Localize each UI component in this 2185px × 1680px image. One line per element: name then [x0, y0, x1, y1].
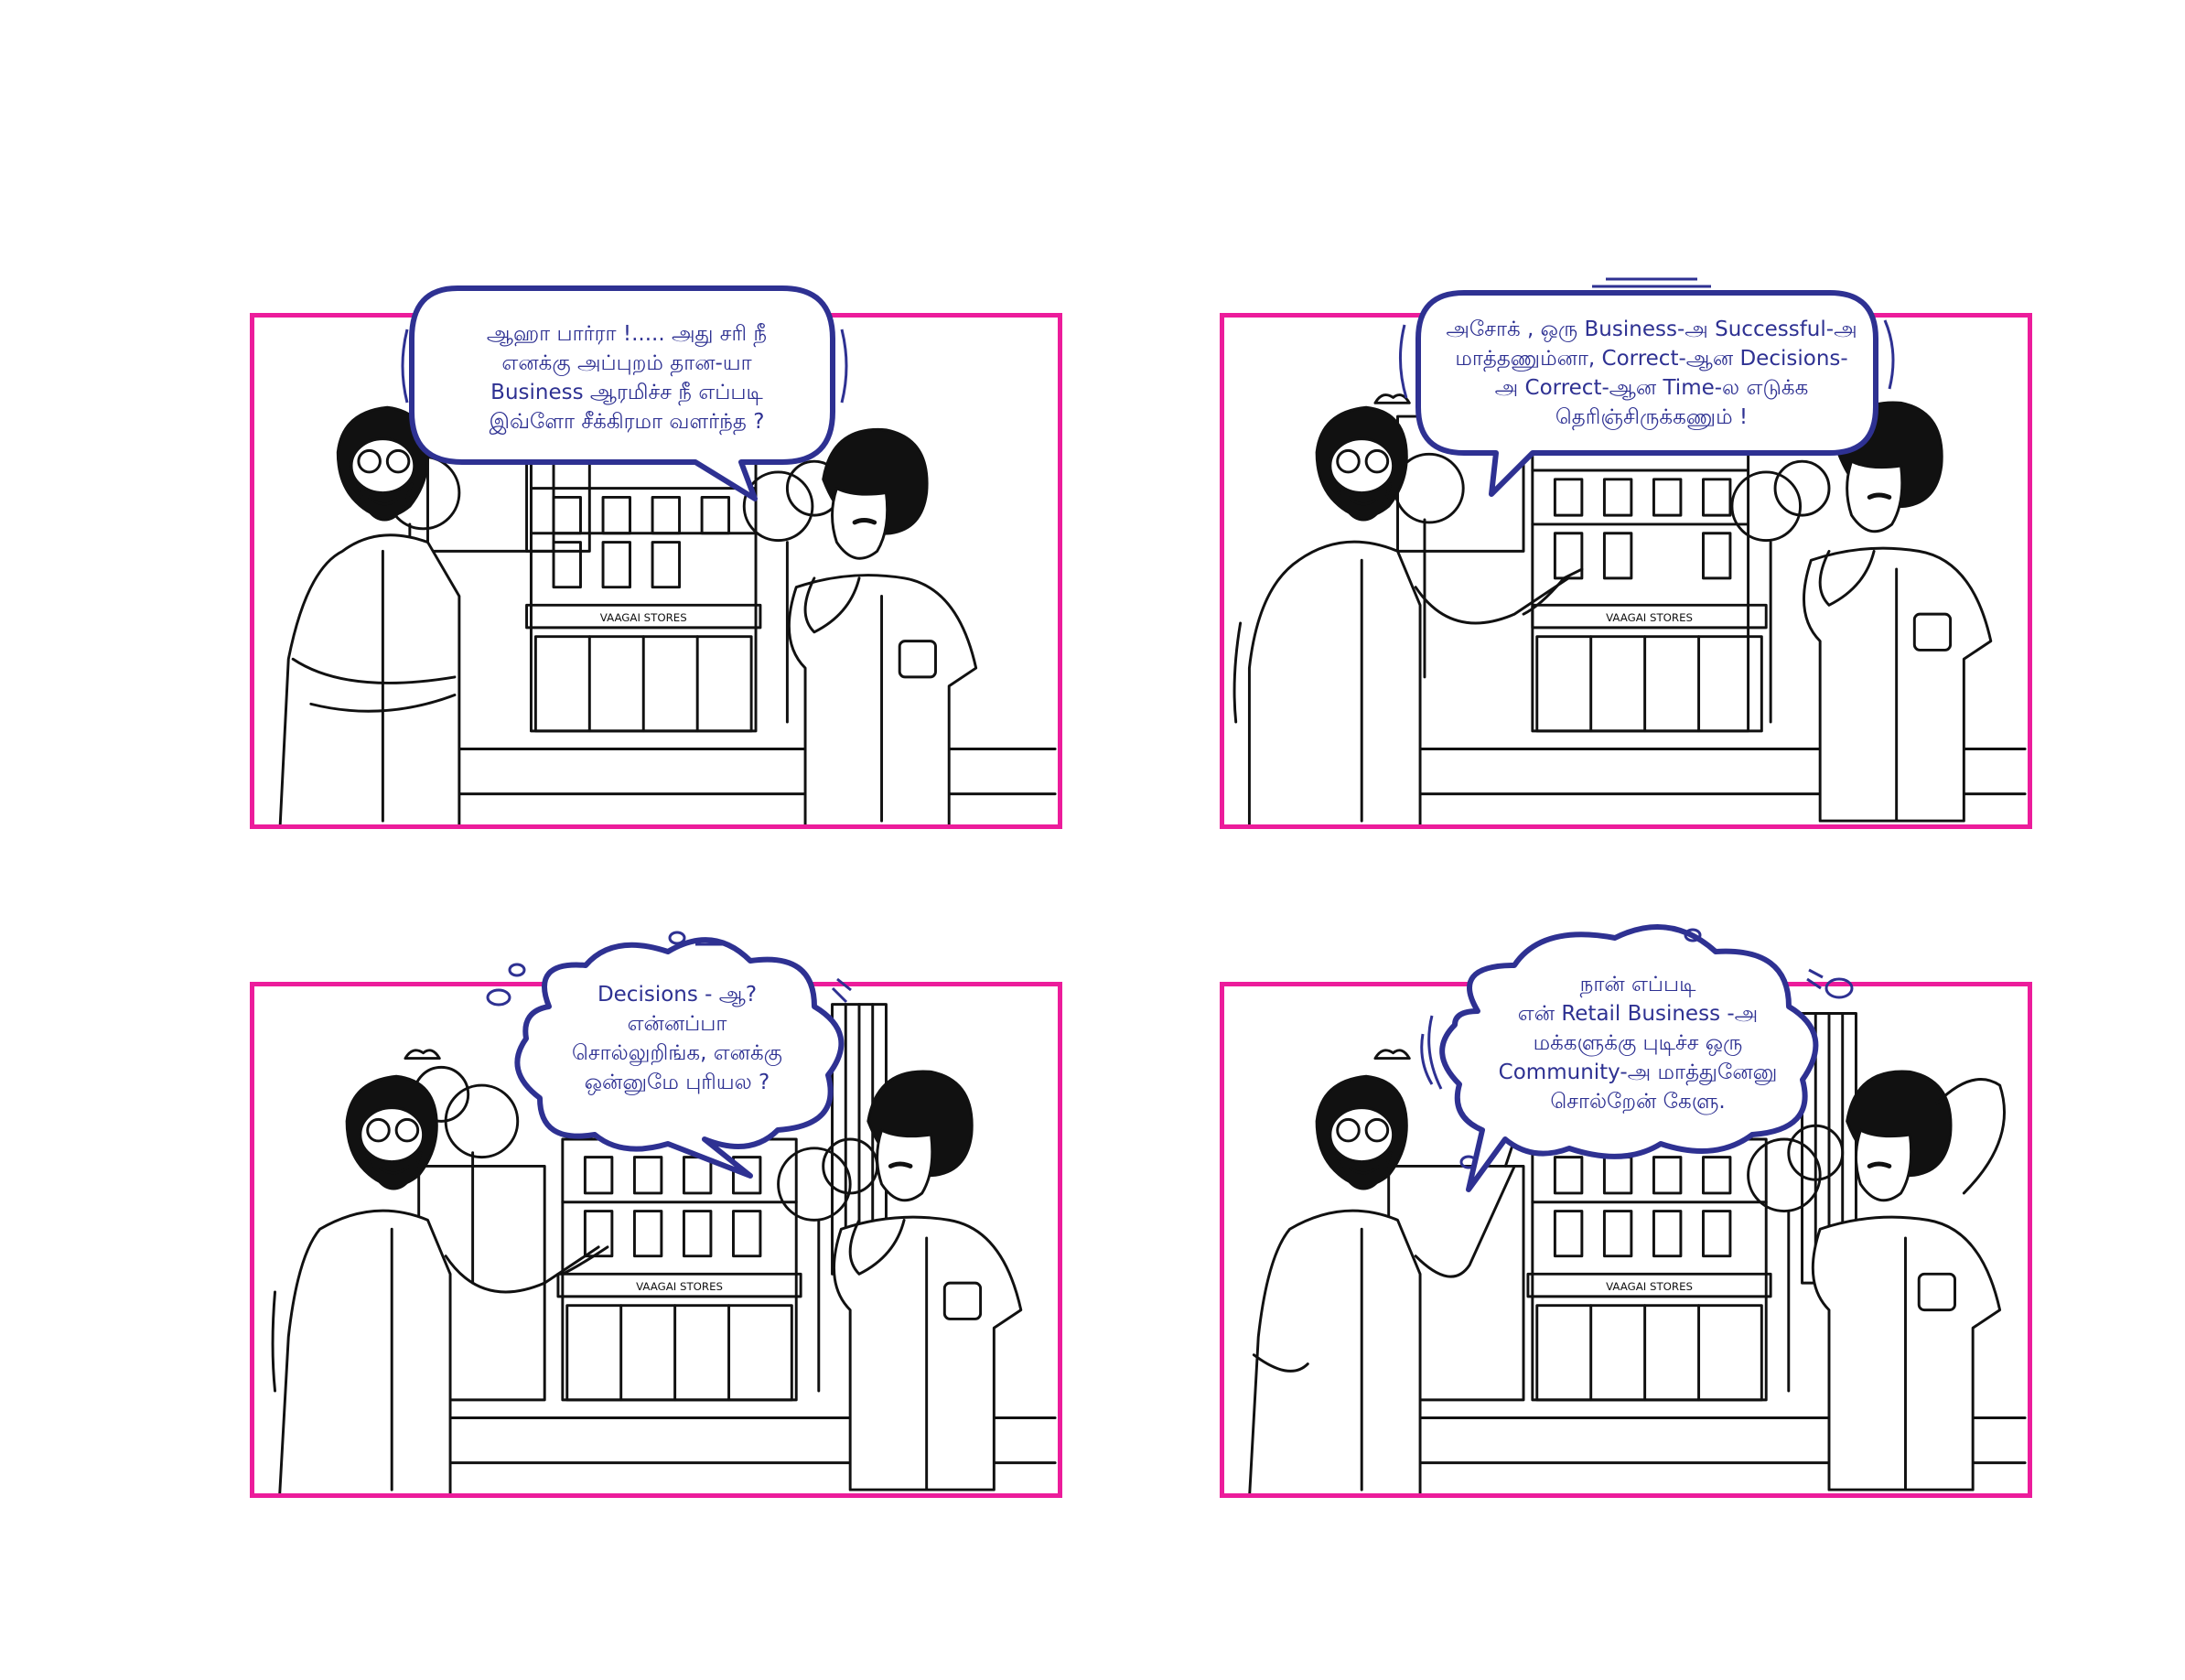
bubble-line: அசோக் , ஒரு Business-அ Successful-அ — [1446, 317, 1857, 341]
bubble-line: Community-அ மாத்துனேனு — [1498, 1061, 1778, 1084]
bubble-line: மக்களுக்கு புடிச்ச ஒரு — [1533, 1031, 1743, 1055]
bubble-line: Business ஆரமிச்ச நீ எப்படி — [490, 380, 763, 404]
thought-bubble-4: நான் எப்படி என் Retail Business -அ மக்கள… — [1414, 915, 1862, 1199]
bubble-line: ஒன்னுமே புரியல ? — [584, 1071, 770, 1094]
thought-bubble-4-text: நான் எப்படி என் Retail Business -அ மக்கள… — [1414, 915, 1862, 1171]
bubble-line: எனக்கு அப்புறம் தான-யா — [501, 350, 752, 375]
bubble-line: தெரிஞ்சிருக்கணும் ! — [1555, 404, 1749, 429]
bubble-line: சொல்லுறிங்க, எனக்கு — [572, 1041, 782, 1065]
store-sign-text: VAAGAI STORES — [1606, 611, 1693, 624]
bubble-line: அ Correct-ஆன Time-ல எடுக்க — [1494, 375, 1809, 400]
bubble-line: என் Retail Business -அ — [1517, 1002, 1759, 1026]
bubble-line: சொல்றேன் கேளு. — [1550, 1090, 1726, 1114]
bubble-line: இவ்ளோ சீக்கிரமா வளர்ந்த ? — [489, 409, 765, 434]
thought-bubble-3-text: Decisions - ஆ? என்னப்பா சொல்லுறிங்க, எனக… — [476, 924, 878, 1153]
speech-bubble-1: ஆஹா பார்ரா !..... அது சரி நீ எனக்கு அப்ப… — [393, 275, 860, 522]
bubble-line: Decisions - ஆ? — [597, 983, 758, 1007]
store-sign-text: VAAGAI STORES — [600, 611, 687, 624]
store-sign-text: VAAGAI STORES — [1606, 1280, 1693, 1293]
speech-bubble-2-text: அசோக் , ஒரு Business-அ Successful-அ மாத்… — [1395, 270, 1908, 476]
speech-bubble-1-text: ஆஹா பார்ரா !..... அது சரி நீ எனக்கு அப்ப… — [393, 275, 860, 480]
store-sign-text: VAAGAI STORES — [636, 1280, 723, 1293]
thought-bubble-3: Decisions - ஆ? என்னப்பா சொல்லுறிங்க, எனக… — [485, 924, 869, 1190]
speech-bubble-2: அசோக் , ஒரு Business-அ Successful-அ மாத்… — [1395, 270, 1908, 517]
bubble-line: ஆஹா பார்ரா !..... அது சரி நீ — [486, 321, 768, 346]
bubble-line: நான் எப்படி — [1579, 973, 1696, 996]
bubble-line: என்னப்பா — [627, 1012, 727, 1036]
bubble-line: மாத்தணும்னா, Correct-ஆன Decisions- — [1455, 346, 1848, 371]
